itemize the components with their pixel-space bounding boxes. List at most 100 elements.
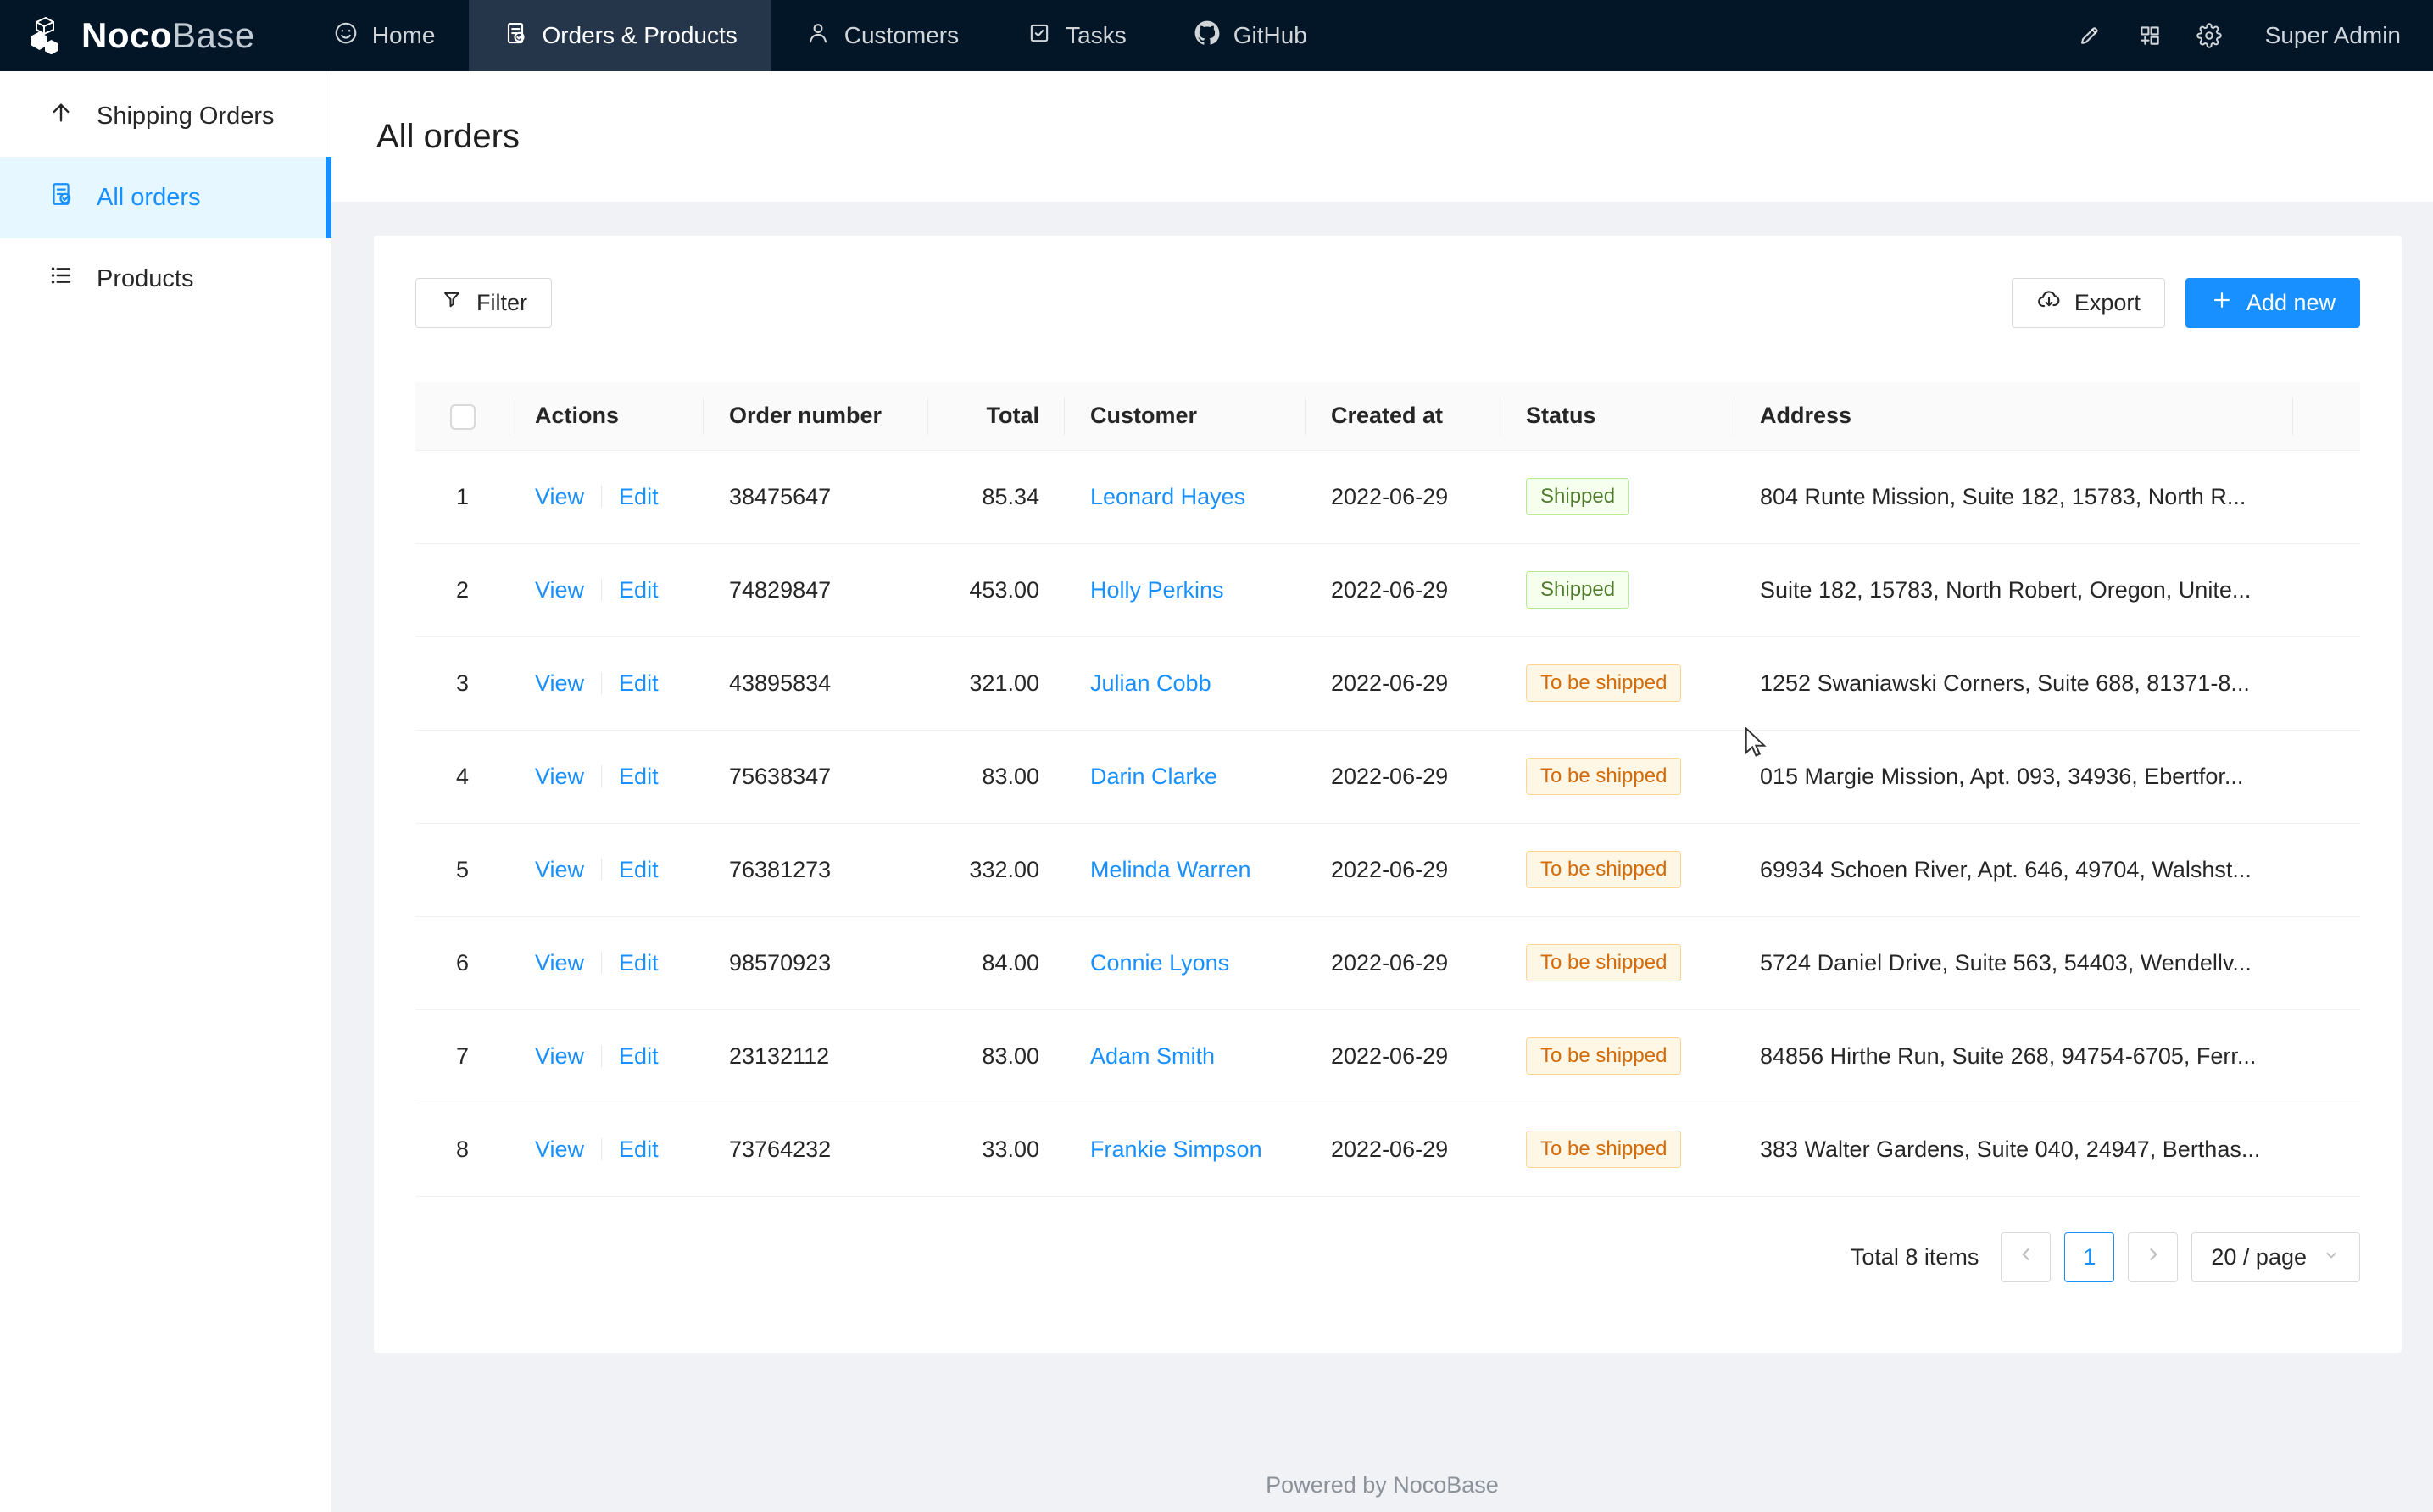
row-index-cell: 7	[415, 1009, 509, 1103]
sidebar-item-shipping-orders[interactable]: Shipping Orders	[0, 75, 331, 157]
user-menu[interactable]: Super Admin	[2265, 22, 2401, 49]
sidebar-item-label: All orders	[97, 184, 201, 212]
total-cell: 321.00	[928, 636, 1065, 730]
customer-cell: Darin Clarke	[1065, 730, 1306, 823]
column-header-actions: Actions	[509, 382, 704, 450]
row-actions-cell: View Edit	[509, 823, 704, 916]
address-cell: 5724 Daniel Drive, Suite 563, 54403, Wen…	[1734, 916, 2293, 1009]
sidebar-item-all-orders[interactable]: All orders	[0, 157, 331, 238]
view-link[interactable]: View	[535, 1137, 584, 1162]
spacer-cell	[2293, 730, 2360, 823]
chevron-left-icon	[2015, 1243, 2037, 1271]
status-cell: To be shipped	[1500, 916, 1734, 1009]
customer-link[interactable]: Adam Smith	[1090, 1043, 1215, 1069]
page-size-select[interactable]: 20 / page	[2191, 1232, 2360, 1282]
customer-link[interactable]: Melinda Warren	[1090, 857, 1251, 882]
view-link[interactable]: View	[535, 950, 584, 976]
order-number-cell: 73764232	[704, 1103, 928, 1196]
row-index-cell: 8	[415, 1103, 509, 1196]
pagination-page-1[interactable]: 1	[2064, 1232, 2114, 1282]
pagination-total: Total 8 items	[1851, 1244, 1979, 1270]
column-header-address: Address	[1734, 382, 2293, 450]
created-at-cell: 2022-06-29	[1306, 636, 1500, 730]
add-new-button[interactable]: Add new	[2185, 278, 2360, 328]
page-header: All orders	[331, 71, 2433, 202]
pagination-prev-button[interactable]	[2001, 1232, 2051, 1282]
view-link[interactable]: View	[535, 577, 584, 603]
orders-card: Filter Export	[374, 236, 2402, 1353]
nav-tab-tasks[interactable]: Tasks	[993, 0, 1161, 71]
view-link[interactable]: View	[535, 484, 584, 509]
export-button[interactable]: Export	[2012, 278, 2165, 328]
sidebar-item-products[interactable]: Products	[0, 238, 331, 320]
spacer-cell	[2293, 636, 2360, 730]
row-actions-cell: View Edit	[509, 730, 704, 823]
pagination-next-button[interactable]	[2128, 1232, 2178, 1282]
total-cell: 84.00	[928, 916, 1065, 1009]
row-actions-cell: View Edit	[509, 1009, 704, 1103]
customer-link[interactable]: Julian Cobb	[1090, 670, 1211, 696]
status-badge: Shipped	[1526, 478, 1629, 515]
nav-tab-customers[interactable]: Customers	[771, 0, 993, 71]
view-link[interactable]: View	[535, 857, 584, 882]
customer-link[interactable]: Frankie Simpson	[1090, 1137, 1262, 1162]
row-actions-cell: View Edit	[509, 450, 704, 543]
page-size-value: 20 / page	[2211, 1244, 2307, 1270]
created-at-cell: 2022-06-29	[1306, 1009, 1500, 1103]
edit-link[interactable]: Edit	[619, 670, 659, 696]
column-header-order-number: Order number	[704, 382, 928, 450]
pagination: Total 8 items 1 20 / page	[415, 1232, 2360, 1282]
edit-link[interactable]: Edit	[619, 764, 659, 789]
filter-button[interactable]: Filter	[415, 278, 552, 328]
edit-link[interactable]: Edit	[619, 1043, 659, 1069]
edit-link[interactable]: Edit	[619, 1137, 659, 1162]
order-doc-check-icon	[503, 20, 528, 52]
status-cell: Shipped	[1500, 450, 1734, 543]
nav-tab-label: Home	[372, 22, 436, 49]
nav-tabs: Home Orders & Products Customers	[299, 0, 1341, 71]
person-icon	[805, 20, 831, 52]
navbar-right: Super Admin	[2065, 0, 2433, 71]
gear-icon[interactable]	[2184, 10, 2235, 61]
edit-link[interactable]: Edit	[619, 484, 659, 509]
view-link[interactable]: View	[535, 670, 584, 696]
customer-cell: Adam Smith	[1065, 1009, 1306, 1103]
action-divider	[601, 952, 602, 974]
total-cell: 83.00	[928, 1009, 1065, 1103]
customer-link[interactable]: Connie Lyons	[1090, 950, 1229, 976]
table-row: 4ViewEdit7563834783.00Darin Clarke2022-0…	[415, 730, 2360, 823]
view-link[interactable]: View	[535, 764, 584, 789]
blocks-add-icon[interactable]	[2124, 10, 2175, 61]
customer-link[interactable]: Leonard Hayes	[1090, 484, 1245, 509]
order-number-cell: 75638347	[704, 730, 928, 823]
toolbar-right: Export Add new	[2012, 278, 2360, 328]
nav-tab-orders-products[interactable]: Orders & Products	[469, 0, 771, 71]
status-badge: To be shipped	[1526, 944, 1681, 981]
spacer-cell	[2293, 916, 2360, 1009]
table-row: 2ViewEdit74829847453.00Holly Perkins2022…	[415, 543, 2360, 636]
list-icon	[47, 262, 75, 296]
total-cell: 33.00	[928, 1103, 1065, 1196]
select-all-checkbox[interactable]	[450, 404, 476, 430]
action-divider	[601, 1045, 602, 1067]
nav-tab-home[interactable]: Home	[299, 0, 470, 71]
view-link[interactable]: View	[535, 1043, 584, 1069]
row-index-cell: 4	[415, 730, 509, 823]
highlighter-icon[interactable]	[2065, 10, 2116, 61]
nav-tab-github[interactable]: GitHub	[1161, 0, 1341, 71]
spacer-cell	[2293, 543, 2360, 636]
order-number-cell: 76381273	[704, 823, 928, 916]
customer-cell: Frankie Simpson	[1065, 1103, 1306, 1196]
created-at-cell: 2022-06-29	[1306, 730, 1500, 823]
edit-link[interactable]: Edit	[619, 857, 659, 882]
page-title: All orders	[376, 118, 520, 156]
nocobase-cube-logo-icon	[25, 14, 66, 58]
total-cell: 332.00	[928, 823, 1065, 916]
customer-link[interactable]: Holly Perkins	[1090, 577, 1224, 603]
edit-link[interactable]: Edit	[619, 577, 659, 603]
nocobase-logo[interactable]: NocoBase	[0, 0, 299, 71]
customer-link[interactable]: Darin Clarke	[1090, 764, 1217, 789]
status-badge: To be shipped	[1526, 851, 1681, 888]
row-actions-cell: View Edit	[509, 1103, 704, 1196]
edit-link[interactable]: Edit	[619, 950, 659, 976]
